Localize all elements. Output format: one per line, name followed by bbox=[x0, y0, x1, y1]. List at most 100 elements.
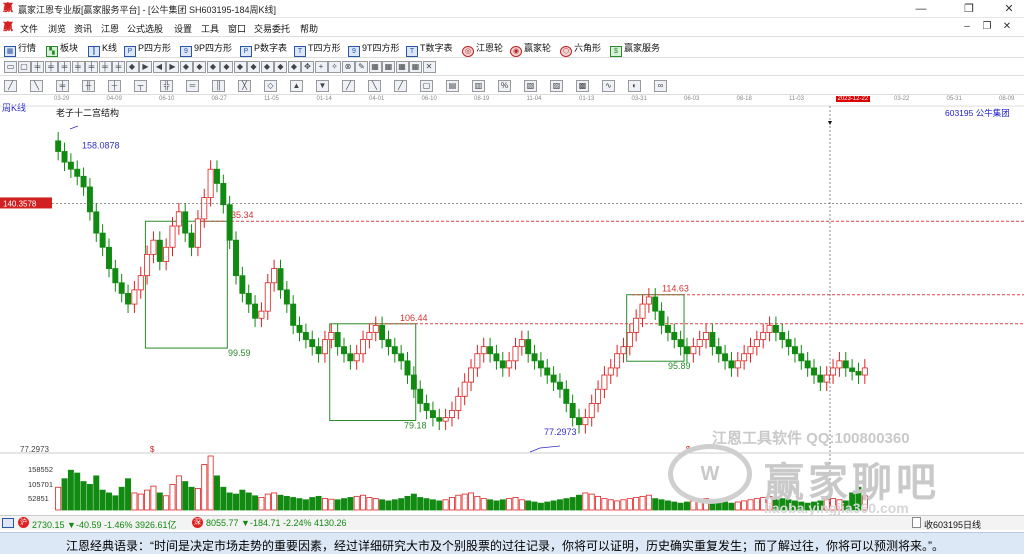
toolbar-kline-button[interactable]: ┃ K线 bbox=[88, 41, 117, 57]
mdi-minimize-icon[interactable]: – bbox=[960, 21, 974, 32]
draw-tool-icon[interactable]: ◆ bbox=[193, 61, 206, 73]
toolbar-hexagon-button[interactable]: ⬡ 六角形 bbox=[560, 41, 601, 57]
analysis-tool-icon[interactable]: ∿ bbox=[602, 80, 615, 92]
volume-bar bbox=[423, 498, 430, 511]
toolbar-winner-wheel-button[interactable]: ◉ 赢家轮 bbox=[510, 41, 551, 57]
draw-tool-icon[interactable]: ✥ bbox=[301, 61, 314, 73]
draw-tool-icon[interactable]: ✎ bbox=[355, 61, 368, 73]
candle-body bbox=[156, 239, 163, 262]
close-icon[interactable]: ✕ bbox=[994, 0, 1024, 18]
draw-tool-icon[interactable]: ◆ bbox=[247, 61, 260, 73]
analysis-tool-icon[interactable]: ╪ bbox=[56, 80, 69, 92]
analysis-tool-icon[interactable]: ▲ bbox=[290, 80, 303, 92]
menu-gann[interactable]: 江恩 bbox=[101, 22, 119, 35]
candle-body bbox=[576, 417, 582, 426]
minimize-icon[interactable]: — bbox=[906, 0, 936, 18]
draw-tool-icon[interactable]: ╪ bbox=[31, 61, 44, 73]
menu-formula[interactable]: 公式选股 bbox=[127, 22, 163, 35]
draw-tool-icon[interactable]: + bbox=[314, 61, 328, 73]
draw-tool-icon[interactable]: ╪ bbox=[71, 61, 85, 73]
analysis-tool-icon[interactable]: ∞ bbox=[654, 80, 667, 92]
analysis-tool-icon[interactable]: ┬ bbox=[134, 80, 147, 92]
volume-bar bbox=[99, 489, 106, 511]
analysis-tool-icon[interactable]: ╱ bbox=[394, 80, 407, 92]
toolbar-blocks-button[interactable]: ▚ 板块 bbox=[46, 41, 78, 57]
draw-tool-icon[interactable]: ▭ bbox=[4, 61, 17, 73]
draw-tool-icon[interactable]: ✧ bbox=[328, 61, 341, 73]
analysis-tool-icon[interactable]: ═ bbox=[186, 80, 199, 92]
mdi-close-icon[interactable]: ✕ bbox=[1000, 21, 1014, 32]
analysis-tool-icon[interactable]: ▤ bbox=[446, 80, 459, 92]
draw-tool-icon[interactable]: ▦ bbox=[382, 61, 395, 73]
menu-tools[interactable]: 工具 bbox=[201, 22, 219, 35]
grid-icon[interactable] bbox=[2, 518, 14, 528]
analysis-tool-icon[interactable]: ╳ bbox=[238, 80, 251, 92]
analysis-tool-icon[interactable]: ╬ bbox=[160, 80, 173, 92]
analysis-tool-icon[interactable]: ▧ bbox=[524, 80, 537, 92]
draw-tool-icon[interactable]: ▶ bbox=[139, 61, 152, 73]
draw-tool-icon[interactable]: ▶ bbox=[166, 61, 179, 73]
analysis-tool-icon[interactable]: ╲ bbox=[30, 80, 43, 92]
analysis-tool-icon[interactable]: ◐ bbox=[628, 80, 641, 92]
draw-tool-icon[interactable]: ╪ bbox=[44, 61, 58, 73]
analysis-tool-icon[interactable]: ◇ bbox=[264, 80, 277, 92]
menu-browse[interactable]: 浏览 bbox=[48, 22, 66, 35]
draw-tool-icon[interactable]: ▦ bbox=[409, 61, 422, 73]
box-2 bbox=[329, 323, 417, 422]
analysis-tool-icon[interactable]: ▼ bbox=[316, 80, 329, 92]
menu-settings[interactable]: 设置 bbox=[174, 22, 192, 35]
restore-icon[interactable]: ❐ bbox=[954, 0, 984, 18]
draw-tool-icon[interactable]: ◆ bbox=[274, 61, 287, 73]
analysis-tool-icon[interactable]: ╫ bbox=[82, 80, 95, 92]
toolbar-9p-square-button[interactable]: 9 9P四方形 bbox=[180, 41, 232, 57]
toolbar-t-table-button[interactable]: T T数字表 bbox=[406, 41, 453, 57]
draw-tool-icon[interactable]: ◀ bbox=[152, 61, 166, 73]
draw-tool-icon[interactable]: ⊗ bbox=[341, 61, 355, 73]
candle-body bbox=[334, 332, 341, 348]
draw-tool-icon[interactable]: ✕ bbox=[422, 61, 436, 73]
toolbar-t-square-button[interactable]: T T四方形 bbox=[294, 41, 341, 57]
candle-body bbox=[563, 388, 570, 404]
draw-tool-icon[interactable]: ◆ bbox=[206, 61, 220, 73]
analysis-tool-icon[interactable]: ║ bbox=[212, 80, 225, 92]
toolbar-9t-square-button[interactable]: 9 9T四方形 bbox=[348, 41, 400, 57]
menu-help[interactable]: 帮助 bbox=[300, 22, 318, 35]
mdi-restore-icon[interactable]: ❐ bbox=[980, 21, 994, 32]
draw-tool-icon[interactable]: ╪ bbox=[112, 61, 125, 73]
volume-bar bbox=[372, 498, 379, 511]
draw-tool-icon[interactable]: ◆ bbox=[287, 61, 301, 73]
menu-file[interactable]: 文件 bbox=[20, 22, 38, 35]
draw-tool-icon[interactable]: ◆ bbox=[220, 61, 233, 73]
menu-trade[interactable]: 交易委托 bbox=[254, 22, 290, 35]
toolbar-p-table-button[interactable]: P P数字表 bbox=[240, 41, 287, 57]
analysis-tool-icon[interactable]: % bbox=[498, 80, 511, 92]
draw-tool-icon[interactable]: ◆ bbox=[260, 61, 274, 73]
notebook-icon[interactable] bbox=[912, 517, 921, 528]
draw-tool-icon[interactable]: ▦ bbox=[395, 61, 409, 73]
draw-tool-icon[interactable]: ╪ bbox=[58, 61, 71, 73]
toolbar-quotes-button[interactable]: ▦ 行情 bbox=[4, 41, 36, 57]
draw-tool-icon[interactable]: ▢ bbox=[17, 61, 31, 73]
draw-tool-icon[interactable]: ◆ bbox=[233, 61, 247, 73]
toolbar-p-square-button[interactable]: P P四方形 bbox=[124, 41, 171, 57]
draw-tool-icon[interactable]: ╪ bbox=[98, 61, 112, 73]
draw-tool-icon[interactable]: ◆ bbox=[179, 61, 193, 73]
draw-tool-icon[interactable]: ╪ bbox=[85, 61, 98, 73]
analysis-tool-icon[interactable]: ╲ bbox=[368, 80, 381, 92]
menu-window[interactable]: 窗口 bbox=[228, 22, 246, 35]
analysis-tool-icon[interactable]: ▥ bbox=[472, 80, 485, 92]
toolbar-service-button[interactable]: $ 赢家服务 bbox=[610, 41, 660, 57]
analysis-tool-icon[interactable]: ▢ bbox=[420, 80, 433, 92]
analysis-tool-icon[interactable]: ┼ bbox=[108, 80, 121, 92]
index-sz-quote[interactable]: 8055.77 ▼-184.71 -2.24% 4130.26 bbox=[206, 518, 347, 528]
analysis-tool-icon[interactable]: ╱ bbox=[342, 80, 355, 92]
menu-news[interactable]: 资讯 bbox=[74, 22, 92, 35]
volume-tick: 52851 bbox=[28, 494, 49, 503]
analysis-tool-icon[interactable]: ▩ bbox=[576, 80, 589, 92]
toolbar-gann-wheel-button[interactable]: ◎ 江恩轮 bbox=[462, 41, 503, 57]
analysis-tool-icon[interactable]: ▨ bbox=[550, 80, 563, 92]
analysis-tool-icon[interactable]: ╱ bbox=[4, 80, 17, 92]
draw-tool-icon[interactable]: ▦ bbox=[368, 61, 382, 73]
index-sh-quote[interactable]: 2730.15 ▼-40.59 -1.46% 3926.61亿 bbox=[32, 518, 177, 531]
draw-tool-icon[interactable]: ◆ bbox=[125, 61, 139, 73]
